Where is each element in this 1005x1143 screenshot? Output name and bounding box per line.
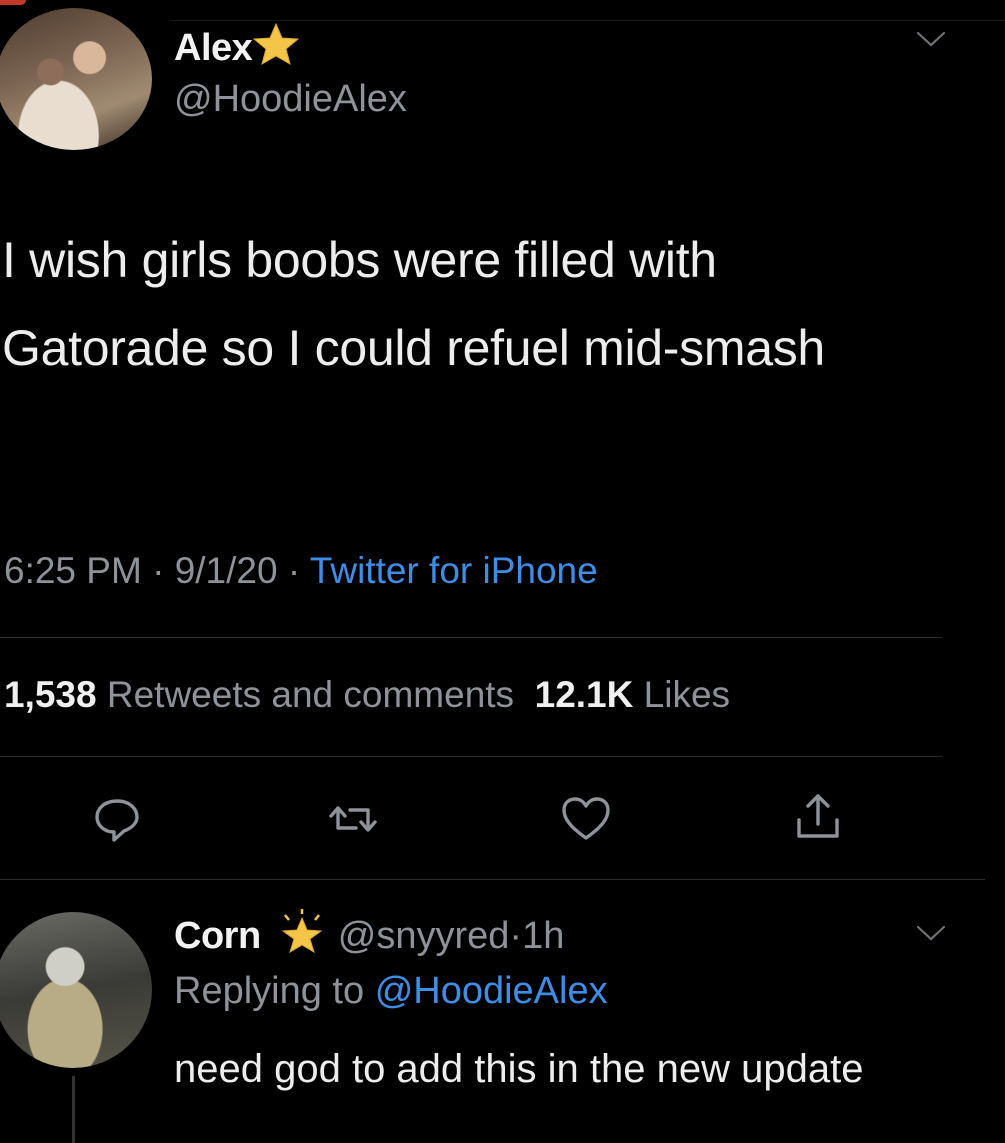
- tweet-meta: 6:25 PM · 9/1/20 · Twitter for iPhone: [4, 550, 598, 592]
- likes-count: 12.1K: [534, 674, 634, 715]
- meta-separator: ·: [287, 550, 301, 591]
- likes-stat[interactable]: 12.1K Likes: [535, 674, 730, 715]
- share-icon[interactable]: [791, 790, 845, 844]
- top-edge-accent: [0, 0, 26, 5]
- retweets-stat[interactable]: 1,538 Retweets and comments: [4, 674, 514, 715]
- author-avatar[interactable]: [0, 8, 152, 150]
- reply-icon[interactable]: [90, 792, 144, 846]
- reply-author-avatar[interactable]: [0, 912, 152, 1068]
- tweet-source-link[interactable]: Twitter for iPhone: [310, 550, 598, 591]
- replying-mention-link[interactable]: @HoodieAlex: [375, 970, 608, 1012]
- divider: [0, 637, 942, 638]
- retweet-icon[interactable]: [326, 792, 380, 846]
- star-icon: [252, 22, 300, 66]
- tweet-text: I wish girls boobs were filled with Gato…: [2, 232, 825, 376]
- reply-header: Corn @snyyred·1h: [174, 908, 564, 958]
- chevron-down-icon[interactable]: [916, 30, 946, 48]
- tweet-time: 6:25 PM: [4, 550, 142, 591]
- retweets-count: 1,538: [4, 674, 97, 715]
- reply-time: 1h: [522, 915, 565, 957]
- tweet-stats: 1,538 Retweets and comments 12.1K Likes: [4, 674, 730, 716]
- reply-separator: ·: [509, 915, 523, 957]
- retweets-label: Retweets and comments: [106, 674, 515, 715]
- author-name-row[interactable]: Alex: [174, 22, 302, 70]
- thread-line: [72, 1076, 75, 1143]
- reply-text: need god to add this in the new update: [174, 1047, 864, 1091]
- author-name[interactable]: Alex: [174, 27, 253, 69]
- replying-to: Replying to @HoodieAlex: [174, 970, 608, 1013]
- divider: [0, 879, 985, 880]
- reply-author-name[interactable]: Corn: [174, 915, 261, 957]
- likes-label: Likes: [643, 674, 731, 715]
- sparkle-star-icon: [281, 909, 323, 954]
- like-icon[interactable]: [559, 792, 613, 846]
- divider: [0, 756, 942, 757]
- replying-prefix: Replying to: [174, 970, 365, 1012]
- meta-separator: ·: [152, 550, 165, 591]
- chevron-down-icon[interactable]: [916, 924, 946, 942]
- tweet-date: 9/1/20: [174, 550, 278, 591]
- author-handle[interactable]: @HoodieAlex: [174, 78, 407, 121]
- top-divider: [170, 20, 1005, 21]
- reply-author-handle[interactable]: @snyyred: [338, 915, 510, 957]
